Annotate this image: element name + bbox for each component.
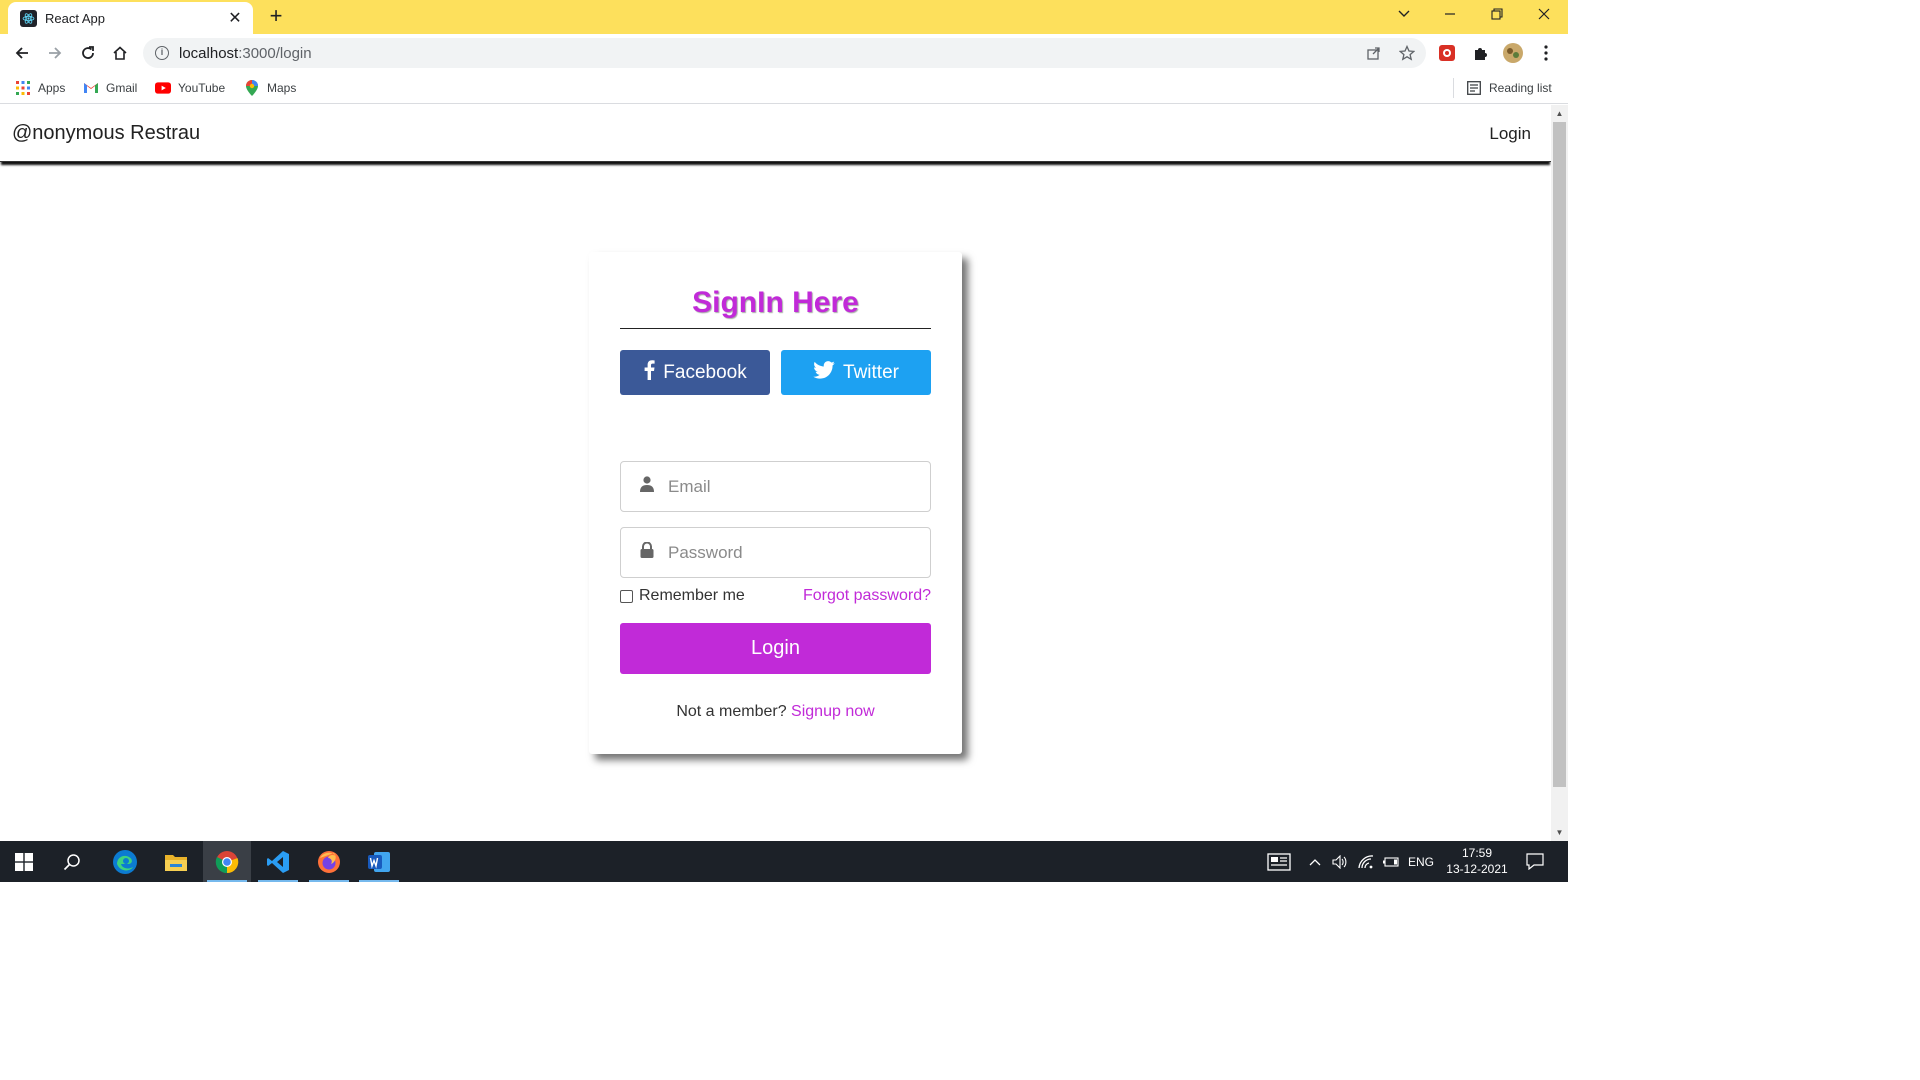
signin-card: SignIn Here Facebook Twitter Email Remem… [589,252,962,754]
extension-icon[interactable] [1433,39,1461,67]
page-scrollbar[interactable]: ▲ ▼ [1551,105,1568,841]
signup-row: Not a member? Signup now [620,703,931,721]
chrome-icon[interactable] [203,841,251,882]
bookmark-gmail[interactable]: Gmail [83,78,137,98]
bookmark-star-icon[interactable] [1398,44,1416,62]
bookmarks-divider [1453,78,1454,98]
password-input[interactable] [668,542,908,563]
youtube-icon [155,80,171,96]
share-icon[interactable] [1365,44,1383,62]
facebook-login-button[interactable]: Facebook [620,350,770,395]
running-indicator [258,880,298,882]
close-window-button[interactable] [1531,4,1557,28]
user-icon [640,476,654,497]
home-button[interactable] [106,39,134,67]
password-field[interactable] [620,527,931,578]
site-brand[interactable]: @nonymous Restrau [12,122,200,145]
vscode-icon[interactable] [254,841,302,882]
scroll-down-icon[interactable]: ▼ [1551,824,1568,841]
search-icon[interactable] [48,841,96,882]
reload-button[interactable] [74,39,102,67]
url-text: localhost:3000/login [179,45,312,62]
wifi-icon[interactable] [1358,841,1374,882]
tab-close-icon[interactable]: ✕ [227,8,243,28]
bookmarks-bar: Apps Gmail YouTube Maps Reading list [0,72,1568,104]
lock-icon [640,541,654,563]
bookmark-label: Gmail [106,81,138,95]
running-indicator [359,880,399,882]
reading-list-label: Reading list [1489,81,1552,95]
signup-link[interactable]: Signup now [791,703,875,720]
signin-title: SignIn Here [692,286,859,319]
page-viewport: @nonymous Restrau Login SignIn Here Face… [0,105,1551,841]
bookmark-maps[interactable]: Maps [244,78,296,98]
remember-label[interactable]: Remember me [639,587,745,605]
clock-time: 17:59 [1461,846,1493,860]
url-host: localhost [179,44,239,62]
not-member-text: Not a member? [676,703,787,720]
file-explorer-icon[interactable] [152,841,200,882]
forward-button[interactable] [41,39,69,67]
battery-icon[interactable] [1382,841,1400,882]
nav-login-link[interactable]: Login [1489,124,1531,144]
bookmark-label: YouTube [178,81,226,95]
clock-date: 13-12-2021 [1446,862,1508,876]
login-button[interactable]: Login [620,623,931,674]
react-favicon-icon [20,9,37,27]
maps-pin-icon [244,80,260,96]
email-field[interactable] [620,461,931,512]
restore-button[interactable] [1484,4,1510,28]
gmail-icon [83,80,99,96]
title-divider [620,328,931,329]
tab-search-dropdown-icon[interactable] [1391,4,1417,28]
minimize-button[interactable] [1437,4,1463,28]
remember-checkbox[interactable] [620,589,633,603]
scroll-up-icon[interactable]: ▲ [1551,105,1568,122]
twitter-icon [813,360,835,385]
facebook-label: Facebook [663,361,747,383]
running-indicator [309,880,349,882]
reading-list-button[interactable]: Reading list [1466,78,1552,98]
news-widget-icon[interactable] [1267,841,1291,882]
email-input[interactable] [668,476,908,497]
notifications-icon[interactable] [1526,841,1544,882]
windows-taskbar: ENG 17:59 13-12-2021 [0,841,1568,882]
show-hidden-icons[interactable] [1309,841,1321,882]
profile-avatar-icon[interactable] [1499,39,1527,67]
address-bar[interactable]: i localhost:3000/login [143,38,1426,68]
reading-list-icon [1466,80,1482,96]
start-icon[interactable] [0,841,48,882]
scroll-thumb[interactable] [1553,122,1566,787]
browser-titlebar: React App ✕ + [0,0,1568,34]
apps-grid-icon [15,80,31,96]
twitter-label: Twitter [843,361,899,383]
extensions-puzzle-icon[interactable] [1466,39,1494,67]
bookmark-apps[interactable]: Apps [15,78,65,98]
bookmark-label: Apps [38,81,66,95]
twitter-login-button[interactable]: Twitter [781,350,931,395]
back-button[interactable] [8,39,36,67]
firefox-icon[interactable] [305,841,353,882]
bookmark-label: Maps [267,81,297,95]
site-navbar: @nonymous Restrau Login [0,105,1551,162]
forgot-password-link[interactable]: Forgot password? [803,587,931,605]
facebook-icon [643,359,655,386]
taskbar-clock[interactable]: 17:59 13-12-2021 [1440,845,1514,877]
edge-icon[interactable] [101,841,149,882]
language-indicator[interactable]: ENG [1408,841,1434,882]
new-tab-button[interactable]: + [264,5,288,29]
browser-toolbar: i localhost:3000/login [0,34,1568,72]
browser-tab[interactable]: React App ✕ [8,2,253,34]
word-icon[interactable] [355,841,403,882]
chrome-menu-icon[interactable] [1532,39,1560,67]
active-indicator [207,880,247,882]
tab-title: React App [45,10,105,26]
bookmark-youtube[interactable]: YouTube [155,78,225,98]
volume-icon[interactable] [1332,841,1348,882]
site-info-icon[interactable]: i [155,46,169,60]
remember-me: Remember me [620,587,745,605]
url-path: :3000/login [238,44,312,62]
